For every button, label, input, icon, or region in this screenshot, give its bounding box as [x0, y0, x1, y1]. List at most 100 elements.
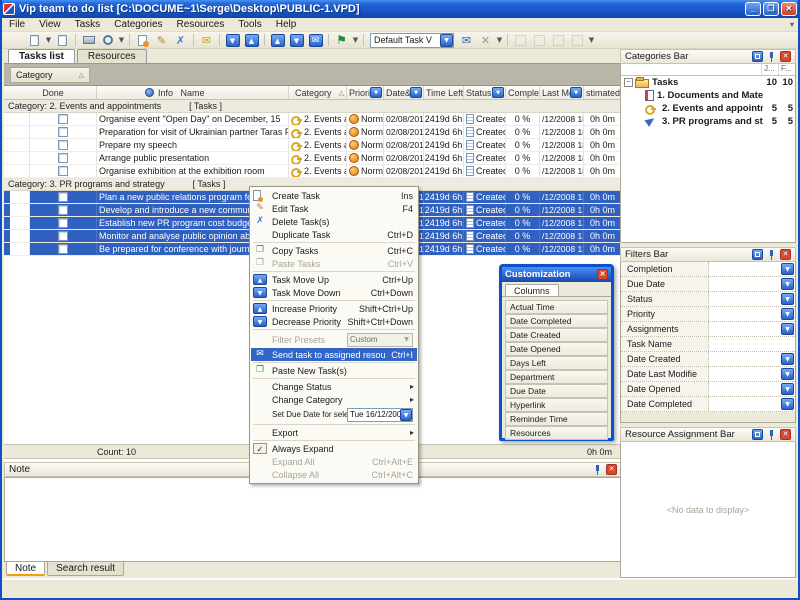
context-menu-item[interactable]: Task Move Up Ctrl+Up ▼ — [251, 273, 417, 286]
tab-note[interactable]: Note — [6, 562, 45, 576]
column-header-done[interactable]: Done — [10, 86, 97, 99]
column-header-last-modified[interactable]: Last Moc▼ — [540, 86, 584, 99]
category-tree-item[interactable]: − Tasks 10 10 — [621, 76, 795, 89]
context-menu-item[interactable]: Delete Task(s) ▼ — [251, 215, 417, 228]
pin-icon[interactable] — [766, 249, 777, 260]
menu-item[interactable]: Categories — [107, 19, 169, 30]
report-icon[interactable] — [530, 32, 549, 48]
context-menu-item[interactable]: Create Task Ins ▼ — [251, 189, 417, 202]
context-menu-item[interactable]: Duplicate Task Ctrl+D ▼ — [251, 228, 417, 241]
column-header-complete[interactable]: Complete — [506, 86, 540, 99]
task-row[interactable]: Organise event "Open Day" on December, 1… — [4, 113, 622, 126]
paste-icon[interactable] — [53, 32, 72, 48]
flag-icon[interactable] — [332, 32, 351, 48]
context-menu-item[interactable]: Paste Tasks Ctrl+V ▼ — [251, 257, 417, 270]
context-menu-item[interactable]: Filter Presets Custom ▼ — [251, 331, 417, 348]
filter-dropdown-icon[interactable]: ▼ — [570, 87, 582, 98]
assign-resource-icon[interactable] — [457, 32, 476, 48]
column-header-status[interactable]: Status▼ — [464, 86, 506, 99]
decrease-priority-icon[interactable] — [287, 32, 306, 48]
move-up-icon[interactable] — [242, 32, 261, 48]
filter-dropdown-icon[interactable]: ▼ — [781, 323, 794, 335]
menu-combo[interactable]: Custom ▼ — [347, 333, 413, 347]
remove-icon[interactable] — [476, 32, 495, 48]
minimize-button[interactable]: _ — [745, 2, 761, 16]
category-tree-item[interactable]: − 1. Documents and Materials — [621, 89, 795, 102]
maximize-panel-icon[interactable] — [752, 249, 763, 260]
new-doc-icon[interactable] — [25, 32, 44, 48]
undo-icon[interactable] — [6, 32, 25, 48]
column-item[interactable]: Hyperlink — [505, 398, 608, 412]
column-header-name[interactable]: Info Name — [97, 86, 289, 99]
caret-icon[interactable] — [495, 32, 504, 48]
filter-dropdown-icon[interactable]: ▼ — [781, 278, 794, 290]
move-down-icon[interactable] — [223, 32, 242, 48]
filter-dropdown-icon[interactable]: ▼ — [410, 87, 422, 98]
task-checkbox[interactable] — [58, 205, 68, 215]
menu-item[interactable]: Help — [269, 19, 304, 30]
close-icon[interactable]: ✕ — [780, 51, 791, 62]
report-icon[interactable] — [549, 32, 568, 48]
context-menu-item[interactable]: Edit Task F4 ▼ — [251, 202, 417, 215]
dropdown-icon[interactable]: ▼ — [400, 409, 412, 421]
increase-priority-icon[interactable] — [268, 32, 287, 48]
column-header-date[interactable]: Date&Ti▼ — [384, 86, 424, 99]
print-preview-icon[interactable] — [98, 32, 117, 48]
context-menu-item[interactable]: Set Due Date for selected tasks Tue 16/1… — [251, 406, 417, 423]
menu-item[interactable]: Resources — [170, 19, 232, 30]
task-view-combo[interactable]: Default Task V ▼ — [370, 33, 454, 48]
tab-tasks-list[interactable]: Tasks list — [8, 49, 75, 63]
send-task-icon[interactable] — [197, 32, 216, 48]
column-header-estimated-time[interactable]: stimated Tim — [584, 86, 621, 99]
report-icon[interactable] — [568, 32, 587, 48]
column-header-category[interactable]: Category△ — [289, 86, 347, 99]
column-item[interactable]: Department — [505, 370, 608, 384]
column-item[interactable]: Days Left — [505, 356, 608, 370]
column-item[interactable]: Due Date — [505, 384, 608, 398]
filter-dropdown-icon[interactable]: ▼ — [781, 383, 794, 395]
menubar-overflow-icon[interactable]: ▾ — [790, 20, 794, 29]
send-mail-icon[interactable] — [306, 32, 325, 48]
context-menu-item[interactable]: Paste New Task(s) ▼ — [251, 364, 417, 377]
task-checkbox[interactable] — [58, 140, 68, 150]
category-tree-item[interactable]: − 3. PR programs and strategy 5 5 — [621, 115, 795, 128]
column-item[interactable]: Date Completed — [505, 314, 608, 328]
context-menu-item[interactable]: Change Category ▼ — [251, 393, 417, 406]
task-row[interactable]: Prepare my speech 2. Events ar Normal 02… — [4, 139, 622, 152]
context-menu-item[interactable]: Change Status ▼ — [251, 380, 417, 393]
category-tree-item[interactable]: − 2. Events and appointments 5 5 — [621, 102, 795, 115]
context-menu-item[interactable]: Collapse All Ctrl+Alt+C ▼ — [251, 468, 417, 481]
task-view-dropdown-icon[interactable]: ▼ — [440, 34, 453, 47]
close-icon[interactable]: ✕ — [780, 429, 791, 440]
task-row[interactable]: Organise exhibition at the exhibition ro… — [4, 165, 622, 178]
task-checkbox[interactable] — [58, 153, 68, 163]
task-checkbox[interactable] — [58, 166, 68, 176]
column-header-info[interactable]: Info — [158, 88, 173, 98]
task-checkbox[interactable] — [58, 114, 68, 124]
column-header-priority[interactable]: Priority▼ — [347, 86, 384, 99]
filter-dropdown-icon[interactable]: ▼ — [781, 353, 794, 365]
menu-item[interactable]: View — [32, 19, 68, 30]
context-menu-item[interactable]: Expand All Ctrl+Alt+E ▼ — [251, 455, 417, 468]
close-icon[interactable]: ✕ — [606, 464, 617, 475]
column-item[interactable]: Reminder Time — [505, 412, 608, 426]
menu-item[interactable]: File — [2, 19, 32, 30]
context-menu-item[interactable]: Send task to assigned resource Ctrl+I ▼ — [251, 348, 417, 361]
caret-icon[interactable] — [117, 32, 126, 48]
close-icon[interactable]: ✕ — [780, 249, 791, 260]
task-row[interactable]: Preparation for visit of Ukrainian partn… — [4, 126, 622, 139]
column-item[interactable]: Date Created — [505, 328, 608, 342]
task-checkbox[interactable] — [58, 218, 68, 228]
task-checkbox[interactable] — [58, 192, 68, 202]
pin-icon[interactable] — [592, 464, 603, 475]
print-icon[interactable] — [79, 32, 98, 48]
menu-item[interactable]: Tasks — [68, 19, 108, 30]
maximize-panel-icon[interactable] — [752, 51, 763, 62]
column-item[interactable]: Actual Time — [505, 300, 608, 314]
filter-dropdown-icon[interactable]: ▼ — [370, 87, 382, 98]
restore-button[interactable]: ❐ — [763, 2, 779, 16]
report-icon[interactable] — [511, 32, 530, 48]
dialog-title-bar[interactable]: Customization ✕ — [502, 267, 611, 282]
caret-icon[interactable] — [44, 32, 53, 48]
dropdown-icon[interactable]: ▼ — [401, 336, 412, 343]
